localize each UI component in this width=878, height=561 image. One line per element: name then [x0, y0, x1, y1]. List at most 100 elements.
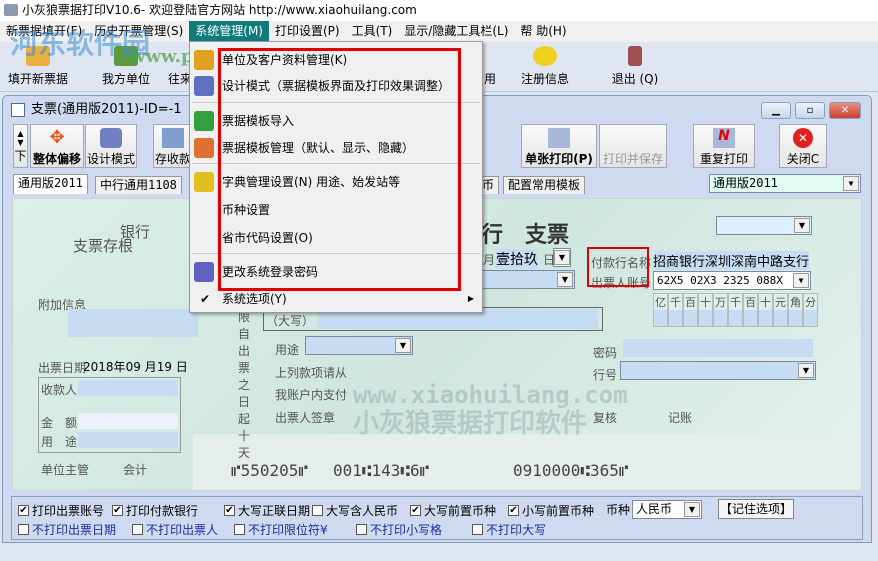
digit-cell: 百	[743, 293, 758, 327]
menu-item-template-import[interactable]: 票据模板导入	[190, 109, 482, 133]
check-window-title: 支票(通用版2011)-ID=-1	[31, 102, 182, 117]
close-window-button[interactable]: ✕	[829, 102, 861, 119]
checkbox[interactable]	[356, 524, 367, 535]
option-row2-2[interactable]: 不打印限位符¥	[234, 521, 328, 538]
menu-separator	[192, 102, 480, 103]
amount-digit-grid: 亿千百十万千百十元角分	[653, 293, 818, 327]
option-row1-3[interactable]: 大写含人民币	[312, 502, 398, 519]
option-row1-5[interactable]: ✔ 小写前置币种	[508, 502, 594, 519]
option-row2-1[interactable]: 不打印出票人	[132, 521, 218, 538]
menu-tools[interactable]: 工具(T)	[346, 21, 399, 42]
checkbox[interactable]	[18, 524, 29, 535]
digit-cell: 千	[728, 293, 743, 327]
digit-cell: 分	[803, 293, 818, 327]
menu-system[interactable]: 系统管理(M)	[189, 21, 269, 42]
checkbox[interactable]: ✔	[224, 505, 235, 516]
print-save-button[interactable]: 打印并保存	[599, 124, 667, 168]
tab-common-templates[interactable]: 配置常用模板	[503, 176, 586, 194]
checkmark-icon: ✔	[200, 292, 211, 306]
design-icon	[100, 128, 122, 148]
option-row1-0[interactable]: ✔ 打印出票账号	[18, 502, 104, 519]
usage-select[interactable]: ▼	[305, 336, 413, 355]
exit-door-icon	[628, 46, 642, 66]
exit-button[interactable]: 退出 (Q)	[605, 44, 665, 90]
offset-button[interactable]: ✥ 整体偏移	[30, 124, 84, 168]
checkbox[interactable]: ✔	[112, 505, 123, 516]
blank-icon	[622, 128, 644, 148]
app-title-bar: 小灰狼票据打印V10.6- 欢迎登陆官方网站 http://www.xiaohu…	[0, 0, 878, 21]
minimize-button[interactable]: ▁	[761, 102, 791, 119]
menu-item-change-password[interactable]: 更改系统登录密码	[190, 260, 482, 284]
stub-usage-label: 用 途:	[41, 435, 82, 449]
day-select[interactable]: ▼	[553, 248, 571, 267]
template-import-icon	[194, 111, 214, 131]
tab-general-2011[interactable]: 通用版2011	[13, 174, 88, 194]
menu-print-settings[interactable]: 打印设置(P)	[269, 21, 346, 42]
remember-options-button[interactable]: 【记住选项】	[718, 499, 794, 519]
payer-bank-field[interactable]: 招商银行深圳深南中路支行	[653, 251, 810, 270]
print-single-button[interactable]: 单张打印(P)	[521, 124, 597, 168]
maximize-button[interactable]: ▫	[795, 102, 825, 119]
template-manage-icon	[194, 138, 214, 158]
option-row1-4[interactable]: ✔ 大写前置币种	[410, 502, 496, 519]
checkbox[interactable]: ✔	[410, 505, 421, 516]
close-icon: ✕	[793, 128, 813, 148]
app-icon	[4, 4, 18, 16]
checkbox[interactable]	[472, 524, 483, 535]
digit-cell: 角	[788, 293, 803, 327]
digit-cell: 十	[698, 293, 713, 327]
menu-separator	[192, 163, 480, 164]
design-mode-icon	[194, 76, 214, 96]
menu-item-design-mode[interactable]: 设计模式（票据模板界面及打印效果调整）	[190, 74, 482, 98]
option-row1-1[interactable]: ✔ 打印付款银行	[112, 502, 198, 519]
menu-item-template-manage[interactable]: 票据模板管理（默认、显示、隐藏）	[190, 136, 482, 160]
change-password-icon	[194, 262, 214, 282]
digit-cell: 十	[758, 293, 773, 327]
template-select[interactable]: 通用版2011 ▼	[709, 174, 861, 193]
reprint-button[interactable]: N 重复打印	[693, 124, 755, 168]
register-button[interactable]: 注册信息	[515, 44, 575, 90]
checkbox[interactable]	[132, 524, 143, 535]
app-title: 小灰狼票据打印V10.6- 欢迎登陆官方网站 http://www.xiaohu…	[22, 3, 417, 17]
digit-cell: 亿	[653, 293, 668, 327]
dictionary-icon	[194, 172, 214, 192]
stub-date: 2018年09 月19 日	[83, 360, 188, 374]
digit-cell: 百	[683, 293, 698, 327]
scroll-down-button[interactable]: ▲ ▼ 下	[13, 124, 28, 168]
watermark-logo: 河东软件园	[10, 27, 151, 60]
toolbar-hidden-button[interactable]: 用	[483, 44, 497, 90]
chevron-down-icon: ▼	[843, 176, 859, 191]
account-select[interactable]: 62X5 02X3 2325 088X ▼	[653, 271, 811, 290]
menu-toolbar-toggle[interactable]: 显示/隐藏工具栏(L)	[398, 21, 514, 42]
menu-item-dictionary[interactable]: 字典管理设置(N) 用途、始发站等	[190, 170, 482, 194]
checkbox[interactable]: ✔	[508, 505, 519, 516]
highlight-box	[587, 247, 649, 287]
document-icon	[11, 103, 25, 117]
option-row2-3[interactable]: 不打印小写格	[356, 521, 442, 538]
unit-customer-icon	[194, 50, 214, 70]
menu-item-unit-customer[interactable]: 单位及客户资料管理(K)	[190, 48, 482, 72]
system-menu-dropdown: 单位及客户资料管理(K) 设计模式（票据模板界面及打印效果调整） 票据模板导入 票据模…	[189, 41, 483, 313]
menu-item-currency[interactable]: 币种设置	[190, 198, 482, 222]
phone-icon	[533, 46, 557, 66]
checkbox[interactable]	[234, 524, 245, 535]
checkbox[interactable]	[312, 505, 323, 516]
currency-select[interactable]: 人民币 ▼	[632, 500, 702, 519]
bank-number-select[interactable]: ▼	[620, 361, 816, 380]
option-row2-0[interactable]: 不打印出票日期	[18, 521, 116, 538]
close-button[interactable]: ✕ 关闭C	[779, 124, 827, 168]
option-row1-2[interactable]: ✔ 大写正联日期	[224, 502, 310, 519]
menu-item-system-options[interactable]: ✔ ▶ 系统选项(Y)	[190, 287, 482, 311]
check-type-select[interactable]: ▼	[716, 216, 812, 235]
save-icon	[162, 128, 184, 148]
day-uppercase-field[interactable]: 壹拾玖	[496, 249, 538, 269]
digit-cell: 千	[668, 293, 683, 327]
password-field[interactable]	[623, 339, 813, 357]
checkbox[interactable]: ✔	[18, 505, 29, 516]
menu-help[interactable]: 帮 助(H)	[514, 21, 572, 42]
option-row2-4[interactable]: 不打印大写	[472, 521, 546, 538]
save-receipt-button[interactable]: 存收款	[153, 124, 193, 168]
design-mode-button[interactable]: 设计模式	[85, 124, 137, 168]
tab-boc-1108[interactable]: 中行通用1108	[95, 176, 182, 194]
menu-item-region-code[interactable]: 省市代码设置(O)	[190, 226, 482, 250]
